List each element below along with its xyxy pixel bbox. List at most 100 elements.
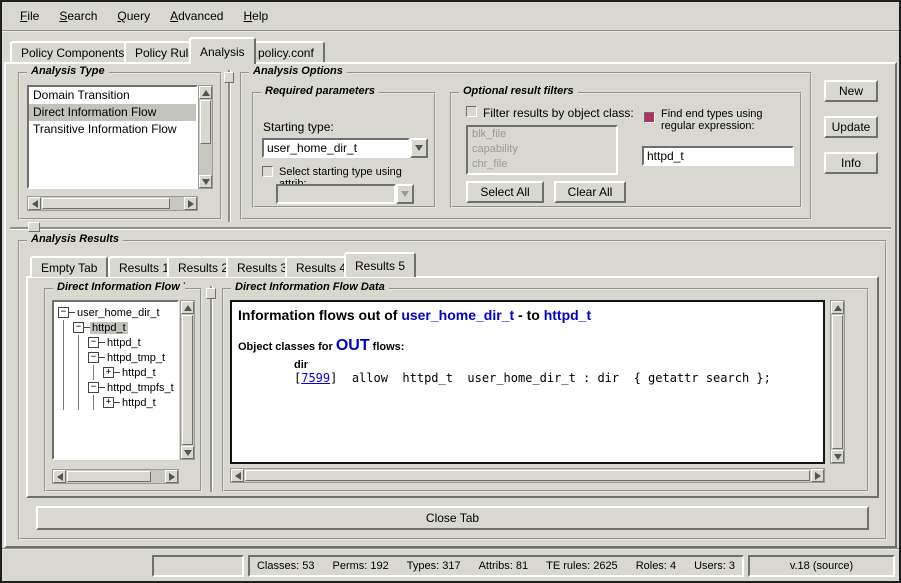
scroll-left-button[interactable] <box>53 470 66 483</box>
scroll-down-button[interactable] <box>181 446 194 459</box>
expander-minus-icon[interactable]: − <box>88 337 99 348</box>
tree-node[interactable]: −user_home_dir_t <box>58 305 177 320</box>
new-button[interactable]: New <box>824 80 878 102</box>
menu-advanced[interactable]: Advanced <box>160 5 233 27</box>
scrollbar-thumb[interactable] <box>832 315 843 449</box>
tree-children: −httpd_t −httpd_t −httpd_tmp_t <box>63 320 177 410</box>
list-item-direct-information-flow[interactable]: Direct Information Flow <box>29 104 196 121</box>
tree-node[interactable]: + httpd_t <box>103 365 177 380</box>
scroll-left-button[interactable] <box>231 469 244 482</box>
stat-value: 81 <box>516 560 528 572</box>
menu-file[interactable]: File <box>10 5 49 27</box>
tree-node-label[interactable]: httpd_t <box>120 397 158 409</box>
expander-plus-icon[interactable]: + <box>103 397 114 408</box>
scrollbar-thumb[interactable] <box>42 198 170 209</box>
starting-type-combobox[interactable] <box>262 138 428 158</box>
pane-sash-horizontal[interactable] <box>10 227 891 229</box>
expander-minus-icon[interactable]: − <box>73 322 84 333</box>
regex-entry[interactable] <box>642 146 794 166</box>
combo-dropdown-button[interactable] <box>410 138 428 158</box>
tree-node[interactable]: −httpd_tmp_t <box>88 350 177 365</box>
rule-id-link[interactable]: 7599 <box>301 371 330 385</box>
regex-checkbox[interactable] <box>644 112 655 123</box>
scroll-right-button[interactable] <box>184 197 197 210</box>
tree-node[interactable]: −httpd_t <box>73 320 177 335</box>
expander-plus-icon[interactable]: + <box>103 367 114 378</box>
flow-data-vscrollbar[interactable] <box>830 300 845 464</box>
close-tab-button[interactable]: Close Tab <box>36 506 869 530</box>
rule-text: allow httpd_t user_home_dir_t : dir { ge… <box>337 371 770 385</box>
analysis-type-vscrollbar[interactable] <box>198 85 213 189</box>
menu-search[interactable]: Search <box>49 5 107 27</box>
scrollbar-thumb[interactable] <box>200 100 211 144</box>
optional-result-filters-title: Optional result filters <box>459 85 578 97</box>
scroll-up-button[interactable] <box>199 86 212 99</box>
tab-policy-conf[interactable]: policy.conf <box>247 41 325 62</box>
info-button[interactable]: Info <box>824 152 878 174</box>
tree-node-label[interactable]: user_home_dir_t <box>75 307 162 319</box>
scroll-up-button[interactable] <box>181 301 194 314</box>
starting-type-entry[interactable] <box>262 138 410 158</box>
expander-minus-icon[interactable]: − <box>88 382 99 393</box>
analysis-type-hscrollbar[interactable] <box>27 196 198 211</box>
results-sash-handle[interactable] <box>206 288 216 299</box>
arrow-right-icon <box>169 473 175 481</box>
flow-tree-hscrollbar[interactable] <box>52 469 179 484</box>
flow-tree-vscrollbar[interactable] <box>180 300 195 460</box>
tree-node[interactable]: −httpd_tmpfs_t <box>88 380 177 395</box>
flow-tree[interactable]: −user_home_dir_t −httpd_t −httpd_t <box>52 300 179 460</box>
pane-sash-vertical[interactable] <box>228 70 230 222</box>
scroll-down-button[interactable] <box>199 175 212 188</box>
scroll-right-button[interactable] <box>811 469 824 482</box>
menu-query[interactable]: Query <box>107 5 160 27</box>
stat-types: Types: 317 <box>407 560 461 572</box>
tree-node-label[interactable]: httpd_t <box>120 367 158 379</box>
expander-minus-icon[interactable]: − <box>58 307 69 318</box>
attrib-checkbox[interactable] <box>262 166 273 177</box>
stat-users: Users: 3 <box>694 560 735 572</box>
tree-node-label-selected[interactable]: httpd_t <box>90 322 128 334</box>
pane-sash-handle-horizontal[interactable] <box>28 222 40 232</box>
select-all-button[interactable]: Select All <box>466 181 544 203</box>
scroll-up-button[interactable] <box>831 301 844 314</box>
arrow-up-icon <box>202 90 210 96</box>
scrollbar-thumb[interactable] <box>67 471 151 482</box>
menu-search-rest: earch <box>67 9 97 23</box>
analysis-type-listbox[interactable]: Domain Transition Direct Information Flo… <box>27 85 198 189</box>
tree-node-label[interactable]: httpd_t <box>105 337 143 349</box>
list-item-domain-transition[interactable]: Domain Transition <box>29 87 196 104</box>
object-class-item: chr_file <box>468 157 616 172</box>
scroll-left-button[interactable] <box>28 197 41 210</box>
tree-node-label[interactable]: httpd_tmpfs_t <box>105 382 176 394</box>
scroll-right-button[interactable] <box>165 470 178 483</box>
tree-node[interactable]: −httpd_t <box>88 335 177 350</box>
tree-node[interactable]: + httpd_t <box>103 395 177 410</box>
flow-subhead: Object classes for OUT flows: <box>238 337 817 355</box>
object-class-listbox: blk_file capability chr_file <box>466 125 618 175</box>
stat-te-rules: TE rules: 2625 <box>546 560 618 572</box>
object-class-filter-checkbox[interactable] <box>466 106 477 117</box>
tab-results-5[interactable]: Results 5 <box>344 252 416 277</box>
flow-data-textarea[interactable]: Information flows out of user_home_dir_t… <box>230 300 825 464</box>
attrib-combobox[interactable] <box>276 184 414 204</box>
subhead-flow-direction: OUT <box>336 337 370 354</box>
arrow-right-icon <box>815 472 821 480</box>
object-class-name: dir <box>294 359 817 371</box>
list-item-transitive-information-flow[interactable]: Transitive Information Flow <box>29 121 196 138</box>
tree-node-label[interactable]: httpd_tmp_t <box>105 352 167 364</box>
tab-empty-tab[interactable]: Empty Tab <box>30 256 108 277</box>
menu-help[interactable]: Help <box>233 5 278 27</box>
pane-sash-handle[interactable] <box>224 72 234 83</box>
update-button[interactable]: Update <box>824 116 878 138</box>
tab-policy-components[interactable]: Policy Components <box>10 41 135 62</box>
results-page: Direct Information Flow Tree −user_home_… <box>26 276 879 498</box>
stat-label: Attribs: <box>479 560 513 572</box>
scrollbar-thumb[interactable] <box>182 315 193 445</box>
flow-data-hscrollbar[interactable] <box>230 468 825 483</box>
scroll-down-button[interactable] <box>831 450 844 463</box>
results-sash-vertical[interactable] <box>210 286 212 492</box>
clear-all-button[interactable]: Clear All <box>554 181 626 203</box>
tab-analysis[interactable]: Analysis <box>189 37 256 64</box>
scrollbar-thumb[interactable] <box>245 470 810 481</box>
expander-minus-icon[interactable]: − <box>88 352 99 363</box>
